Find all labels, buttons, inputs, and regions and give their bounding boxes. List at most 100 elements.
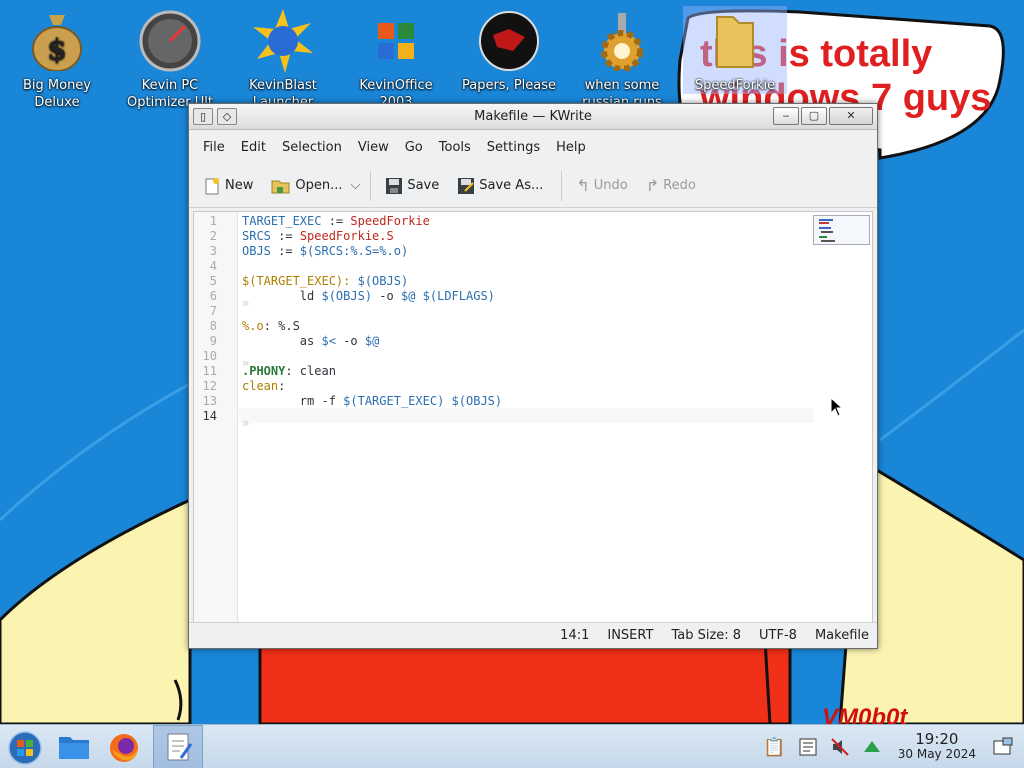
code-line: as $< -o $@ [242, 334, 380, 348]
minimize-button[interactable]: ‒ [773, 107, 799, 125]
open-label: Open... [295, 178, 343, 193]
encoding[interactable]: UTF-8 [759, 628, 797, 643]
line-number: 8 [209, 319, 217, 333]
red-emblem-icon [477, 9, 541, 73]
code-line: $(TARGET_EXEC): $(OBJS) [242, 274, 409, 288]
notes-icon[interactable] [798, 737, 818, 757]
line-number: 4 [209, 259, 217, 273]
undo-label: Undo [593, 178, 628, 193]
status-bar: 14:1 INSERT Tab Size: 8 UTF-8 Makefile [189, 622, 877, 648]
toolbar-separator [561, 170, 563, 201]
open-button[interactable]: Open... [271, 177, 342, 195]
save-as-label: Save As... [479, 178, 544, 193]
tab-size[interactable]: Tab Size: 8 [671, 628, 741, 643]
syntax-mode[interactable]: Makefile [815, 628, 869, 643]
code-line: SRCS := SpeedForkie.S [242, 229, 394, 243]
undo-button[interactable]: ↰ Undo [576, 176, 627, 195]
speedometer-icon [138, 9, 202, 73]
window-titlebar[interactable]: ▯ ◇ Makefile — KWrite ‒ ▢ ✕ [189, 104, 877, 130]
cursor-position[interactable]: 14:1 [560, 628, 589, 643]
toolbar-separator [370, 170, 372, 201]
code-line: %.o: %.S [242, 319, 300, 333]
kwrite-window: ▯ ◇ Makefile — KWrite ‒ ▢ ✕ File Edit Se… [188, 103, 878, 649]
window-menu-icon[interactable]: ▯ [193, 108, 213, 125]
desktop-icon-speedforkie[interactable]: SpeedForkie [683, 6, 787, 94]
maximize-button[interactable]: ▢ [801, 107, 827, 125]
line-number: 7 [209, 304, 217, 318]
menu-selection[interactable]: Selection [274, 140, 350, 155]
open-folder-icon [271, 180, 290, 193]
code-line: .PHONY: clean [242, 364, 336, 378]
code-line: TARGET_EXEC := SpeedForkie [242, 214, 430, 228]
line-number: 9 [209, 334, 217, 348]
redo-icon: ↱ [645, 176, 660, 195]
start-button[interactable] [8, 731, 42, 768]
menu-file[interactable]: File [195, 140, 233, 155]
kwrite-taskbar-button[interactable] [153, 725, 203, 768]
line-number: 1 [209, 214, 217, 228]
desktop-icon-kevin-pc-optimizer[interactable]: Kevin PC Optimizer Ult [118, 6, 222, 111]
desktop-icon-papers-please[interactable]: Papers, Please [457, 6, 561, 94]
line-number: 13 [202, 394, 217, 408]
save-button[interactable]: Save [385, 177, 439, 195]
svg-text:$: $ [47, 33, 66, 66]
line-number: 11 [202, 364, 217, 378]
firefox-icon [110, 734, 138, 762]
audio-muted-icon[interactable] [830, 737, 850, 757]
new-button[interactable]: New [203, 177, 253, 195]
show-desktop-icon[interactable] [992, 737, 1014, 757]
taskbar: 📋 19:20 30 May 2024 [0, 724, 1024, 768]
folder-icon [703, 9, 767, 73]
line-number: 12 [202, 379, 217, 393]
keep-above-icon[interactable]: ◇ [217, 108, 237, 125]
updates-arrow-icon[interactable] [862, 737, 882, 757]
menu-help[interactable]: Help [548, 140, 594, 155]
redo-button[interactable]: ↱ Redo [646, 176, 696, 195]
menu-go[interactable]: Go [397, 140, 431, 155]
line-number: 3 [209, 244, 217, 258]
desktop-icon-kevinblast[interactable]: KevinBlast Launcher [231, 6, 335, 111]
line-number: 6 [209, 289, 217, 303]
redo-label: Redo [663, 178, 696, 193]
firefox-taskbar-button[interactable] [108, 732, 140, 768]
mouse-pointer-icon [830, 397, 844, 417]
code-line: clean: [242, 379, 286, 393]
save-as-button[interactable]: Save As... [457, 177, 543, 195]
new-label: New [225, 178, 254, 193]
menu-tools[interactable]: Tools [431, 140, 479, 155]
desktop-icon-label: Big Money Deluxe [22, 78, 91, 110]
line-number: 2 [209, 229, 217, 243]
save-label: Save [407, 178, 440, 193]
clipboard-icon[interactable]: 📋 [763, 737, 785, 758]
open-recent-chevron-icon[interactable]: ⌵ [350, 178, 360, 193]
undo-icon: ↰ [576, 176, 590, 195]
code-area[interactable]: TARGET_EXEC := SpeedForkie SRCS := SpeedF… [242, 214, 502, 424]
close-button[interactable]: ✕ [829, 107, 873, 125]
menu-view[interactable]: View [350, 140, 397, 155]
menu-settings[interactable]: Settings [479, 140, 548, 155]
menu-bar: File Edit Selection View Go Tools Settin… [189, 130, 877, 164]
office-logo-icon [364, 9, 428, 73]
desktop-icon-label: SpeedForkie [694, 78, 776, 93]
input-mode[interactable]: INSERT [607, 628, 653, 643]
minimap[interactable] [813, 215, 870, 245]
code-line: rm -f $(TARGET_EXEC) $(OBJS) [242, 394, 503, 408]
new-document-icon [205, 177, 219, 194]
save-icon [386, 177, 403, 194]
desktop-icon-kevinoffice[interactable]: KevinOffice 2003 [344, 6, 448, 111]
window-title: Makefile — KWrite [474, 109, 592, 124]
menu-edit[interactable]: Edit [233, 140, 274, 155]
code-line: OBJS := $(SRCS:%.S=%.o) [242, 244, 409, 258]
clock[interactable]: 19:20 30 May 2024 [898, 732, 976, 762]
gear-icon [590, 9, 654, 73]
desktop-icon-big-money[interactable]: $ Big Money Deluxe [5, 6, 109, 111]
line-number: 14 [202, 409, 217, 423]
file-manager-taskbar-button[interactable] [58, 734, 90, 764]
text-editor[interactable]: 1 2 3 4 5 6 7 8 9 10 11 12 13 14 » » » TARGET_EXEC :=… [193, 211, 873, 623]
start-orb-icon [8, 731, 42, 765]
line-number-gutter: 1 2 3 4 5 6 7 8 9 10 11 12 13 14 [194, 212, 238, 622]
desktop-icon-label: Papers, Please [461, 78, 557, 93]
line-number: 5 [209, 274, 217, 288]
